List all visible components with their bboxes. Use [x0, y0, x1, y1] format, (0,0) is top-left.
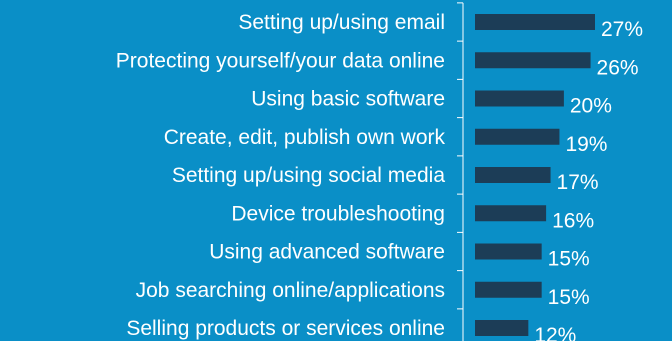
value-label: 20% — [570, 95, 612, 118]
bar — [475, 52, 591, 69]
bar — [475, 167, 551, 183]
category-label: Using basic software — [251, 88, 445, 111]
bar — [475, 320, 529, 336]
bar — [475, 205, 547, 222]
value-label: 15% — [548, 286, 590, 309]
bar — [475, 281, 542, 298]
value-label: 26% — [597, 56, 639, 79]
bar — [475, 128, 560, 145]
value-label: 17% — [557, 171, 599, 194]
category-label: Using advanced software — [209, 241, 445, 264]
bar — [475, 243, 542, 260]
value-label: 16% — [552, 209, 594, 232]
category-label: Setting up/using social media — [172, 164, 445, 187]
category-label: Create, edit, publish own work — [164, 126, 446, 149]
value-label: 19% — [565, 133, 607, 156]
value-label: 15% — [548, 248, 590, 271]
category-label: Protecting yourself/your data online — [116, 49, 445, 72]
bar — [475, 14, 595, 30]
category-label: Setting up/using email — [238, 11, 445, 34]
bar — [475, 90, 564, 107]
bar-chart: Setting up/using email Protecting yoursel… — [0, 0, 672, 341]
value-label: 12% — [534, 324, 576, 341]
value-label: 27% — [601, 18, 643, 41]
category-label: Selling products or services online — [126, 317, 445, 340]
category-label: Job searching online/applications — [136, 279, 445, 302]
category-label: Device troubleshooting — [231, 202, 445, 225]
